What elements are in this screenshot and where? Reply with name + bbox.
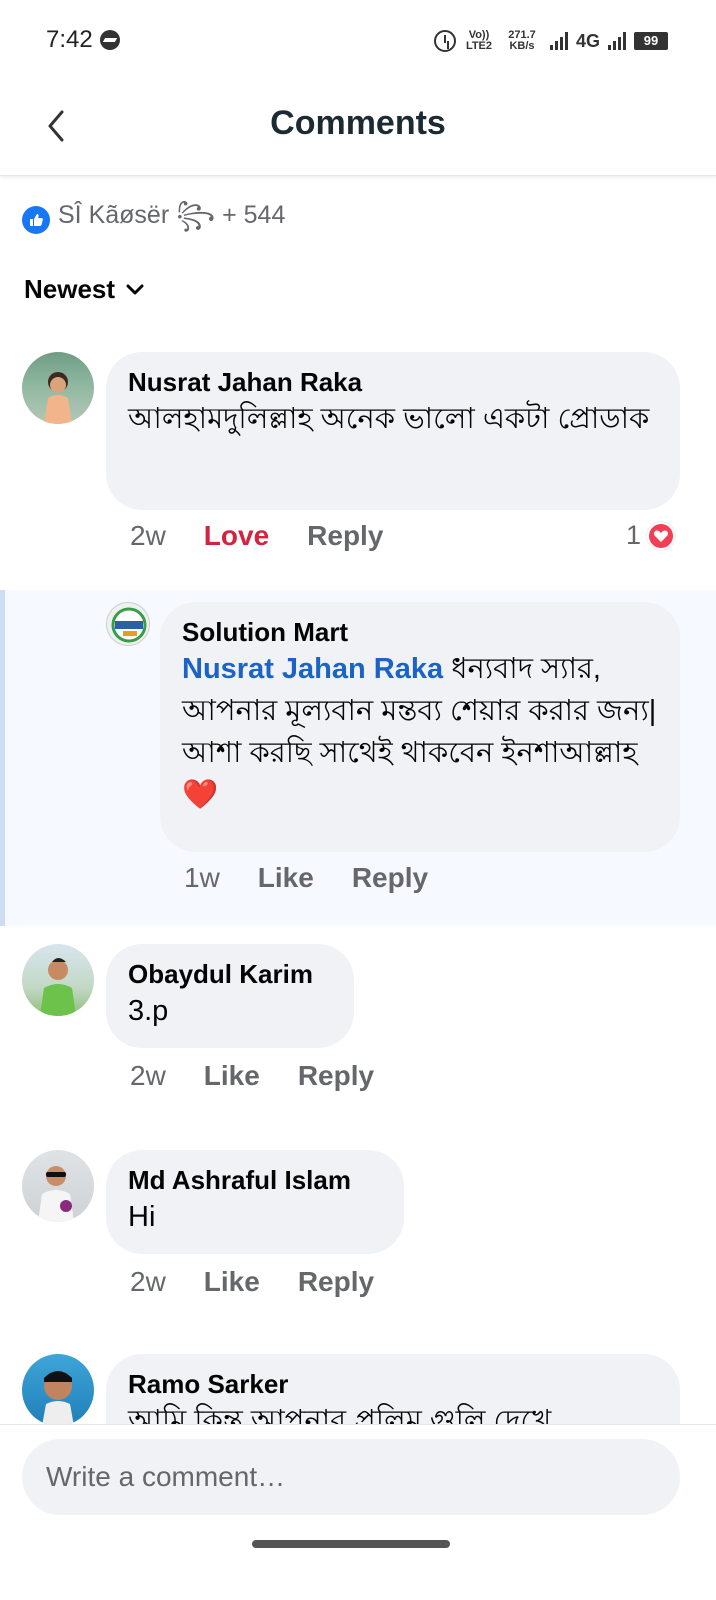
network-type: 4G bbox=[575, 30, 600, 51]
messenger-icon bbox=[100, 30, 120, 50]
avatar[interactable] bbox=[22, 1354, 94, 1426]
comment-actions: 2w Like Reply bbox=[130, 1266, 412, 1298]
composer-bar bbox=[0, 1424, 716, 1600]
sort-dropdown[interactable]: Newest bbox=[24, 274, 145, 305]
reply-author[interactable]: Solution Mart bbox=[182, 616, 658, 648]
chevron-down-icon bbox=[126, 284, 144, 294]
reply-button[interactable]: Reply bbox=[298, 1266, 374, 1298]
like-button[interactable]: Like bbox=[204, 1266, 260, 1298]
comment-author[interactable]: Ramo Sarker bbox=[128, 1368, 658, 1400]
avatar[interactable] bbox=[22, 944, 94, 1016]
comment-text: 3.p bbox=[128, 995, 169, 1027]
avatar[interactable] bbox=[106, 602, 150, 646]
status-time: 7:42 bbox=[46, 26, 93, 53]
sort-label: Newest bbox=[24, 274, 116, 304]
comment-time: 2w bbox=[130, 1060, 166, 1091]
comment-author[interactable]: Md Ashraful Islam bbox=[128, 1164, 382, 1196]
like-button[interactable]: Like bbox=[204, 1060, 260, 1092]
comment-text: Hi bbox=[128, 1201, 156, 1233]
comment-actions: 2w Like Reply bbox=[130, 1060, 412, 1092]
header: Comments bbox=[0, 80, 716, 176]
reaction-count[interactable]: 1 bbox=[626, 520, 676, 551]
comment-author[interactable]: Nusrat Jahan Raka bbox=[128, 366, 658, 398]
comment-bubble[interactable]: Nusrat Jahan Raka আলহামদুলিল্লাহ অনেক ভা… bbox=[106, 352, 680, 510]
network-speed: 271.7 KB/s bbox=[508, 29, 536, 52]
reply-button[interactable]: Reply bbox=[352, 862, 428, 894]
volte-indicator: Vo)) LTE2 bbox=[465, 29, 493, 52]
reactions-summary[interactable]: SÎ Kãøsër ꧂ + 544 bbox=[22, 201, 285, 237]
reply-text: Nusrat Jahan Raka ধন্যবাদ স্যার, আপনার ম… bbox=[182, 648, 658, 816]
status-bar: 7:42 Vo)) LTE2 271.7 KB/s 4G 99 bbox=[0, 0, 716, 80]
reply-button[interactable]: Reply bbox=[307, 520, 383, 552]
signal-icon-2 bbox=[608, 32, 626, 50]
signal-icon bbox=[549, 32, 568, 50]
reply-button[interactable]: Reply bbox=[298, 1060, 374, 1092]
thread-line bbox=[0, 590, 5, 926]
comment-bubble[interactable]: Md Ashraful Islam Hi bbox=[106, 1150, 404, 1254]
like-button[interactable]: Like bbox=[258, 862, 314, 894]
home-indicator[interactable] bbox=[252, 1540, 450, 1548]
comment-actions: 2w Love Reply bbox=[130, 520, 421, 552]
status-icons: Vo)) LTE2 271.7 KB/s 4G 99 bbox=[433, 26, 668, 56]
comment-text: আলহামদুলিল্লাহ অনেক ভালো একটা প্রোডাক bbox=[128, 403, 650, 435]
comment-time: 2w bbox=[130, 520, 166, 551]
like-icon bbox=[22, 206, 50, 234]
alarm-icon bbox=[433, 30, 456, 52]
reaction-count-value: 1 bbox=[626, 520, 642, 550]
comment-time: 2w bbox=[130, 1266, 166, 1297]
reply-actions: 1w Like Reply bbox=[184, 862, 466, 894]
reply-bubble[interactable]: Solution Mart Nusrat Jahan Raka ধন্যবাদ … bbox=[160, 602, 680, 852]
love-button[interactable]: Love bbox=[204, 520, 269, 552]
page-title: Comments bbox=[270, 104, 446, 142]
comment-author[interactable]: Obaydul Karim bbox=[128, 958, 332, 990]
comment-input[interactable] bbox=[22, 1439, 680, 1515]
mention-link[interactable]: Nusrat Jahan Raka bbox=[182, 653, 443, 685]
reply-time: 1w bbox=[184, 862, 220, 893]
avatar[interactable] bbox=[22, 352, 94, 424]
love-icon bbox=[647, 521, 676, 550]
comment-bubble[interactable]: Obaydul Karim 3.p bbox=[106, 944, 354, 1048]
avatar[interactable] bbox=[22, 1150, 94, 1222]
battery-icon: 99 bbox=[634, 32, 668, 50]
reactions-text: SÎ Kãøsër ꧂ + 544 bbox=[58, 200, 286, 229]
